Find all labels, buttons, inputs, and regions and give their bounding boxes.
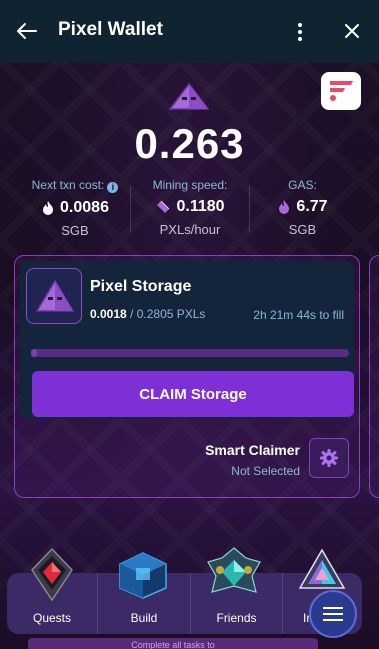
storage-icon-tile <box>26 268 82 324</box>
stat-divider <box>249 186 250 232</box>
tasks-banner: Complete all tasks to <box>28 638 318 649</box>
page-title: Pixel Wallet <box>58 19 163 40</box>
close-icon[interactable] <box>341 20 363 42</box>
stat-unit: SGB <box>61 223 89 238</box>
back-arrow-icon[interactable] <box>14 18 40 44</box>
info-icon[interactable]: i <box>107 182 119 193</box>
storage-amount: 0.0018 / 0.2805 PXLs <box>90 307 205 321</box>
red-gem-emblem-icon <box>31 548 73 602</box>
storage-max: / 0.2805 PXLs <box>130 307 206 321</box>
stat-value: 6.77 <box>296 198 328 215</box>
gear-icon <box>320 449 338 467</box>
more-menu-icon[interactable] <box>290 20 310 44</box>
storage-current: 0.0018 <box>90 307 127 321</box>
hamburger-menu-icon <box>323 607 343 621</box>
blue-cube-emblem-icon <box>119 552 167 599</box>
storage-progress-fill <box>31 349 38 357</box>
pixel-pyramid-icon <box>35 279 75 312</box>
wallet-balance: 0.263 <box>134 120 245 167</box>
stat-label: Mining speed: <box>152 178 228 192</box>
storage-card: Pixel Storage 0.0018 / 0.2805 PXLs 2h 21… <box>14 255 360 498</box>
gem-icon <box>157 200 170 213</box>
stat-mining-speed: Mining speed: 0.1180 PXLs/hour <box>135 178 245 237</box>
stat-label: Next txn cost: <box>31 178 105 192</box>
flare-logo[interactable] <box>321 72 361 110</box>
next-card-peek <box>369 255 379 498</box>
stats-row: Next txn cost: i 0.0086 SGB Mining speed:… <box>0 178 379 238</box>
fire-icon <box>43 201 54 215</box>
smart-claimer-label: Smart Claimer <box>205 442 300 458</box>
smart-claimer-settings-button[interactable] <box>309 438 349 478</box>
stat-next-txn: Next txn cost: i 0.0086 SGB <box>20 178 130 238</box>
pixel-pyramid-icon <box>168 82 210 110</box>
claim-storage-button[interactable]: CLAIM Storage <box>32 371 354 417</box>
storage-progress <box>31 349 349 357</box>
nav-label: Quests <box>32 611 71 625</box>
stat-divider <box>130 186 131 232</box>
storage-title: Pixel Storage <box>90 278 192 295</box>
stat-unit: PXLs/hour <box>159 222 221 237</box>
stat-value: 0.0086 <box>60 199 109 216</box>
stat-unit: SGB <box>288 222 317 237</box>
stat-value: 0.1180 <box>176 198 225 215</box>
app-header: Pixel Wallet <box>0 0 379 63</box>
stat-label: GAS: <box>288 178 317 192</box>
storage-panel: Pixel Storage 0.0018 / 0.2805 PXLs 2h 21… <box>20 261 354 419</box>
nav-label: Build <box>130 611 158 625</box>
flame-icon <box>279 200 290 214</box>
smart-claimer-status: Not Selected <box>231 464 300 478</box>
nav-label: Friends <box>216 611 257 625</box>
storage-fill-time: 2h 21m 44s to fill <box>253 308 344 322</box>
stat-gas: GAS: 6.77 SGB <box>255 178 350 237</box>
teal-gem-emblem-icon <box>207 547 261 593</box>
menu-button[interactable] <box>309 590 357 638</box>
